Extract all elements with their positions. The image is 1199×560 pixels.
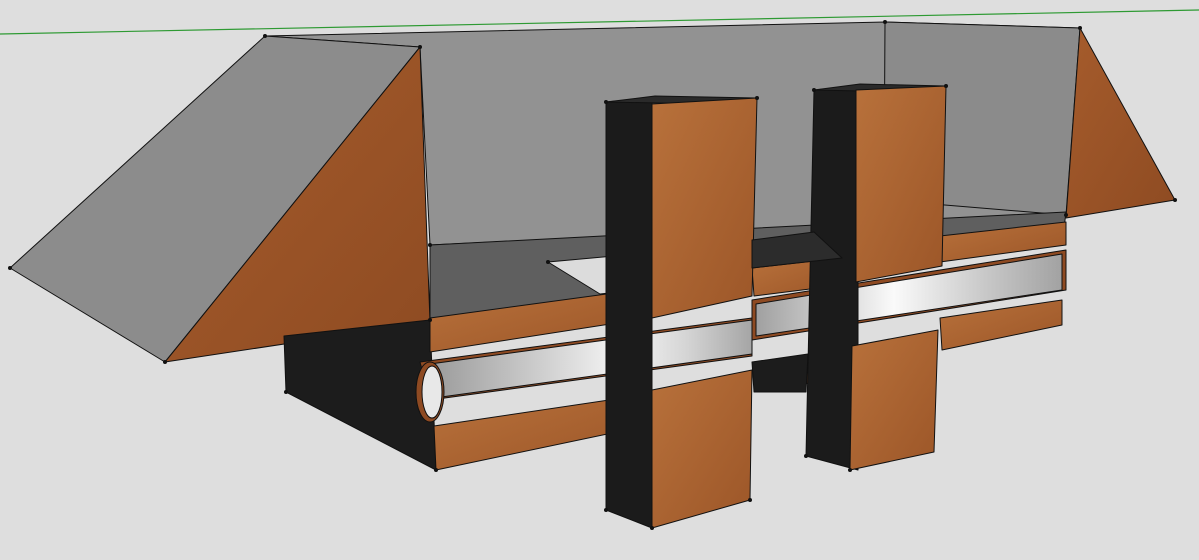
left-lower-shadow: [283, 319, 437, 471]
pipe-left-end-inner: [421, 365, 443, 419]
right-post-lower-face: [849, 329, 939, 471]
left-post-lower-face: [651, 369, 753, 529]
right-post-shadow: [805, 85, 859, 471]
mid-block-lower: [751, 353, 809, 393]
left-post-shadow: [605, 97, 653, 529]
right-post-upper-face: [855, 85, 947, 283]
right-gable-face: [1065, 27, 1176, 219]
left-post-upper-face: [651, 97, 758, 319]
model-viewport[interactable]: [0, 0, 1199, 560]
